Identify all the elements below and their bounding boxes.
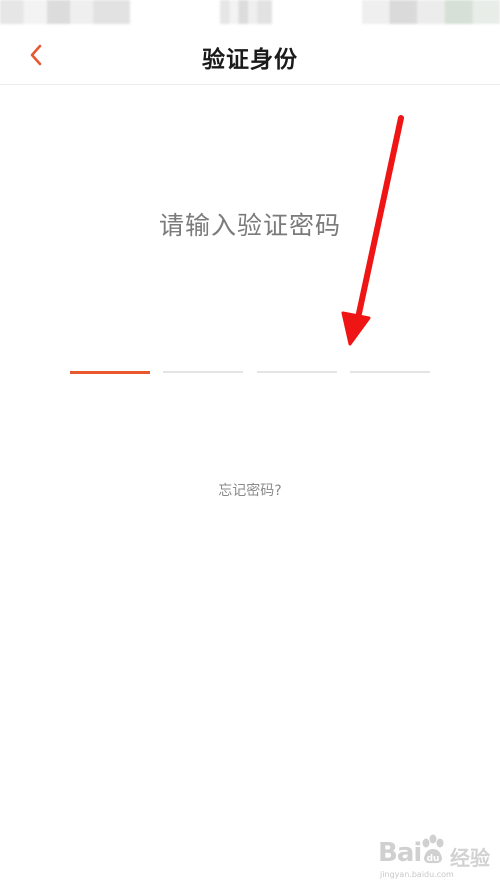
status-bar-blur-left [0, 0, 130, 24]
watermark-url: jingyan.baidu.com [380, 870, 454, 879]
status-bar-blur-center [220, 0, 272, 24]
watermark-jingyan-text: 经验 [450, 846, 490, 870]
svg-text:du: du [427, 854, 440, 864]
baidu-jingyan-watermark: Bai du 经验 jingyan.baidu.com [378, 834, 500, 884]
verify-identity-screen: 验证身份 请输入验证密码 忘记密码? Bai du 经验 jingyan.bai… [0, 0, 500, 889]
navigation-bar: 验证身份 [0, 26, 500, 85]
password-code-input[interactable] [70, 371, 430, 374]
code-slot-2[interactable] [163, 371, 243, 373]
status-bar-blur-right [362, 0, 500, 24]
page-title: 验证身份 [202, 47, 298, 73]
status-bar [0, 0, 500, 26]
code-slot-1[interactable] [70, 371, 150, 374]
paw-icon: du [422, 834, 444, 864]
password-prompt: 请输入验证密码 [158, 211, 341, 240]
code-slot-3[interactable] [257, 371, 337, 373]
watermark-logo-text: Bai [378, 838, 422, 868]
annotation-arrow [341, 115, 404, 346]
forgot-password-link[interactable]: 忘记密码? [0, 480, 500, 500]
code-slot-4[interactable] [350, 371, 430, 373]
